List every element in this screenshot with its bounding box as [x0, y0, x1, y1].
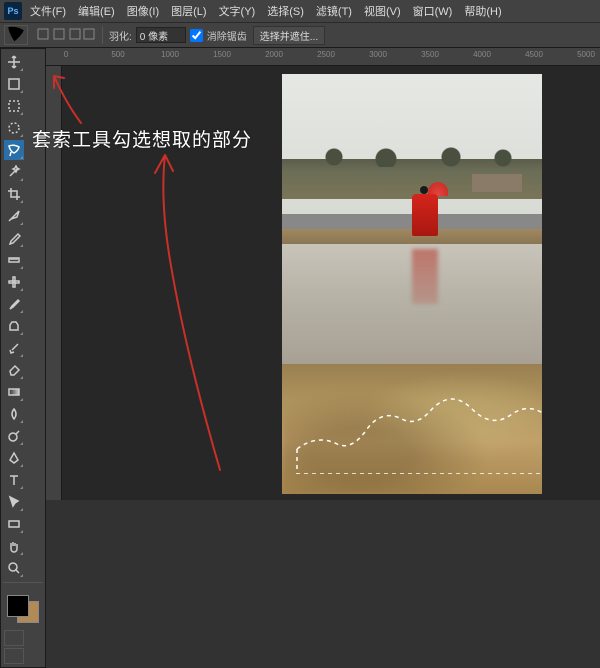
- feather-input[interactable]: [136, 27, 186, 43]
- app-logo: Ps: [4, 2, 22, 20]
- eraser-tool[interactable]: [4, 360, 24, 380]
- path-select-tool[interactable]: [4, 492, 24, 512]
- move-tool[interactable]: [4, 52, 24, 72]
- artboard-tool[interactable]: [4, 74, 24, 94]
- pen-tool[interactable]: [4, 448, 24, 468]
- crop-tool[interactable]: [4, 184, 24, 204]
- menu-select[interactable]: 选择(S): [267, 3, 304, 19]
- marquee-ellipse-tool[interactable]: [4, 118, 24, 138]
- brush-tool[interactable]: [4, 294, 24, 314]
- slice-tool[interactable]: [4, 206, 24, 226]
- feather-label: 羽化:: [109, 28, 132, 43]
- canvas-area[interactable]: [62, 66, 600, 500]
- menu-image[interactable]: 图像(I): [127, 3, 159, 19]
- type-tool[interactable]: [4, 470, 24, 490]
- refine-edge-button[interactable]: 选择并遮住...: [253, 26, 325, 45]
- dodge-tool[interactable]: [4, 426, 24, 446]
- menu-layer[interactable]: 图层(L): [171, 3, 206, 19]
- toolbox: [0, 48, 46, 668]
- menubar: Ps 文件(F) 编辑(E) 图像(I) 图层(L) 文字(Y) 选择(S) 滤…: [0, 0, 600, 22]
- healing-tool[interactable]: [4, 272, 24, 292]
- screenmode-toggle[interactable]: [4, 648, 24, 664]
- quickmask-toggle[interactable]: [4, 630, 24, 646]
- selection-mode-icons[interactable]: [36, 27, 96, 43]
- menu-help[interactable]: 帮助(H): [464, 3, 501, 19]
- menu-type[interactable]: 文字(Y): [219, 3, 256, 19]
- antialias-label: 消除锯齿: [207, 28, 247, 43]
- antialias-checkbox[interactable]: [190, 29, 203, 42]
- hand-tool[interactable]: [4, 536, 24, 556]
- blur-tool[interactable]: [4, 404, 24, 424]
- color-swatch[interactable]: [5, 593, 41, 625]
- document-canvas[interactable]: [282, 74, 542, 494]
- lasso-tool[interactable]: [4, 140, 24, 160]
- menu-filter[interactable]: 滤镜(T): [316, 3, 352, 19]
- rectangle-tool[interactable]: [4, 514, 24, 534]
- menu-file[interactable]: 文件(F): [30, 3, 66, 19]
- marquee-rect-tool[interactable]: [4, 96, 24, 116]
- gradient-tool[interactable]: [4, 382, 24, 402]
- menu-edit[interactable]: 编辑(E): [78, 3, 115, 19]
- magic-wand-tool[interactable]: [4, 162, 24, 182]
- menu-window[interactable]: 窗口(W): [413, 3, 453, 19]
- menu-view[interactable]: 视图(V): [364, 3, 401, 19]
- ruler-vertical[interactable]: [46, 66, 62, 500]
- history-brush-tool[interactable]: [4, 338, 24, 358]
- zoom-tool[interactable]: [4, 558, 24, 578]
- eyedropper-tool[interactable]: [4, 228, 24, 248]
- ruler-horizontal[interactable]: 0500100015002000250030003500400045005000: [46, 48, 600, 66]
- ruler-tool[interactable]: [4, 250, 24, 270]
- clone-tool[interactable]: [4, 316, 24, 336]
- options-bar: 羽化: 消除锯齿 选择并遮住...: [0, 22, 600, 48]
- current-tool-preview[interactable]: [4, 25, 28, 45]
